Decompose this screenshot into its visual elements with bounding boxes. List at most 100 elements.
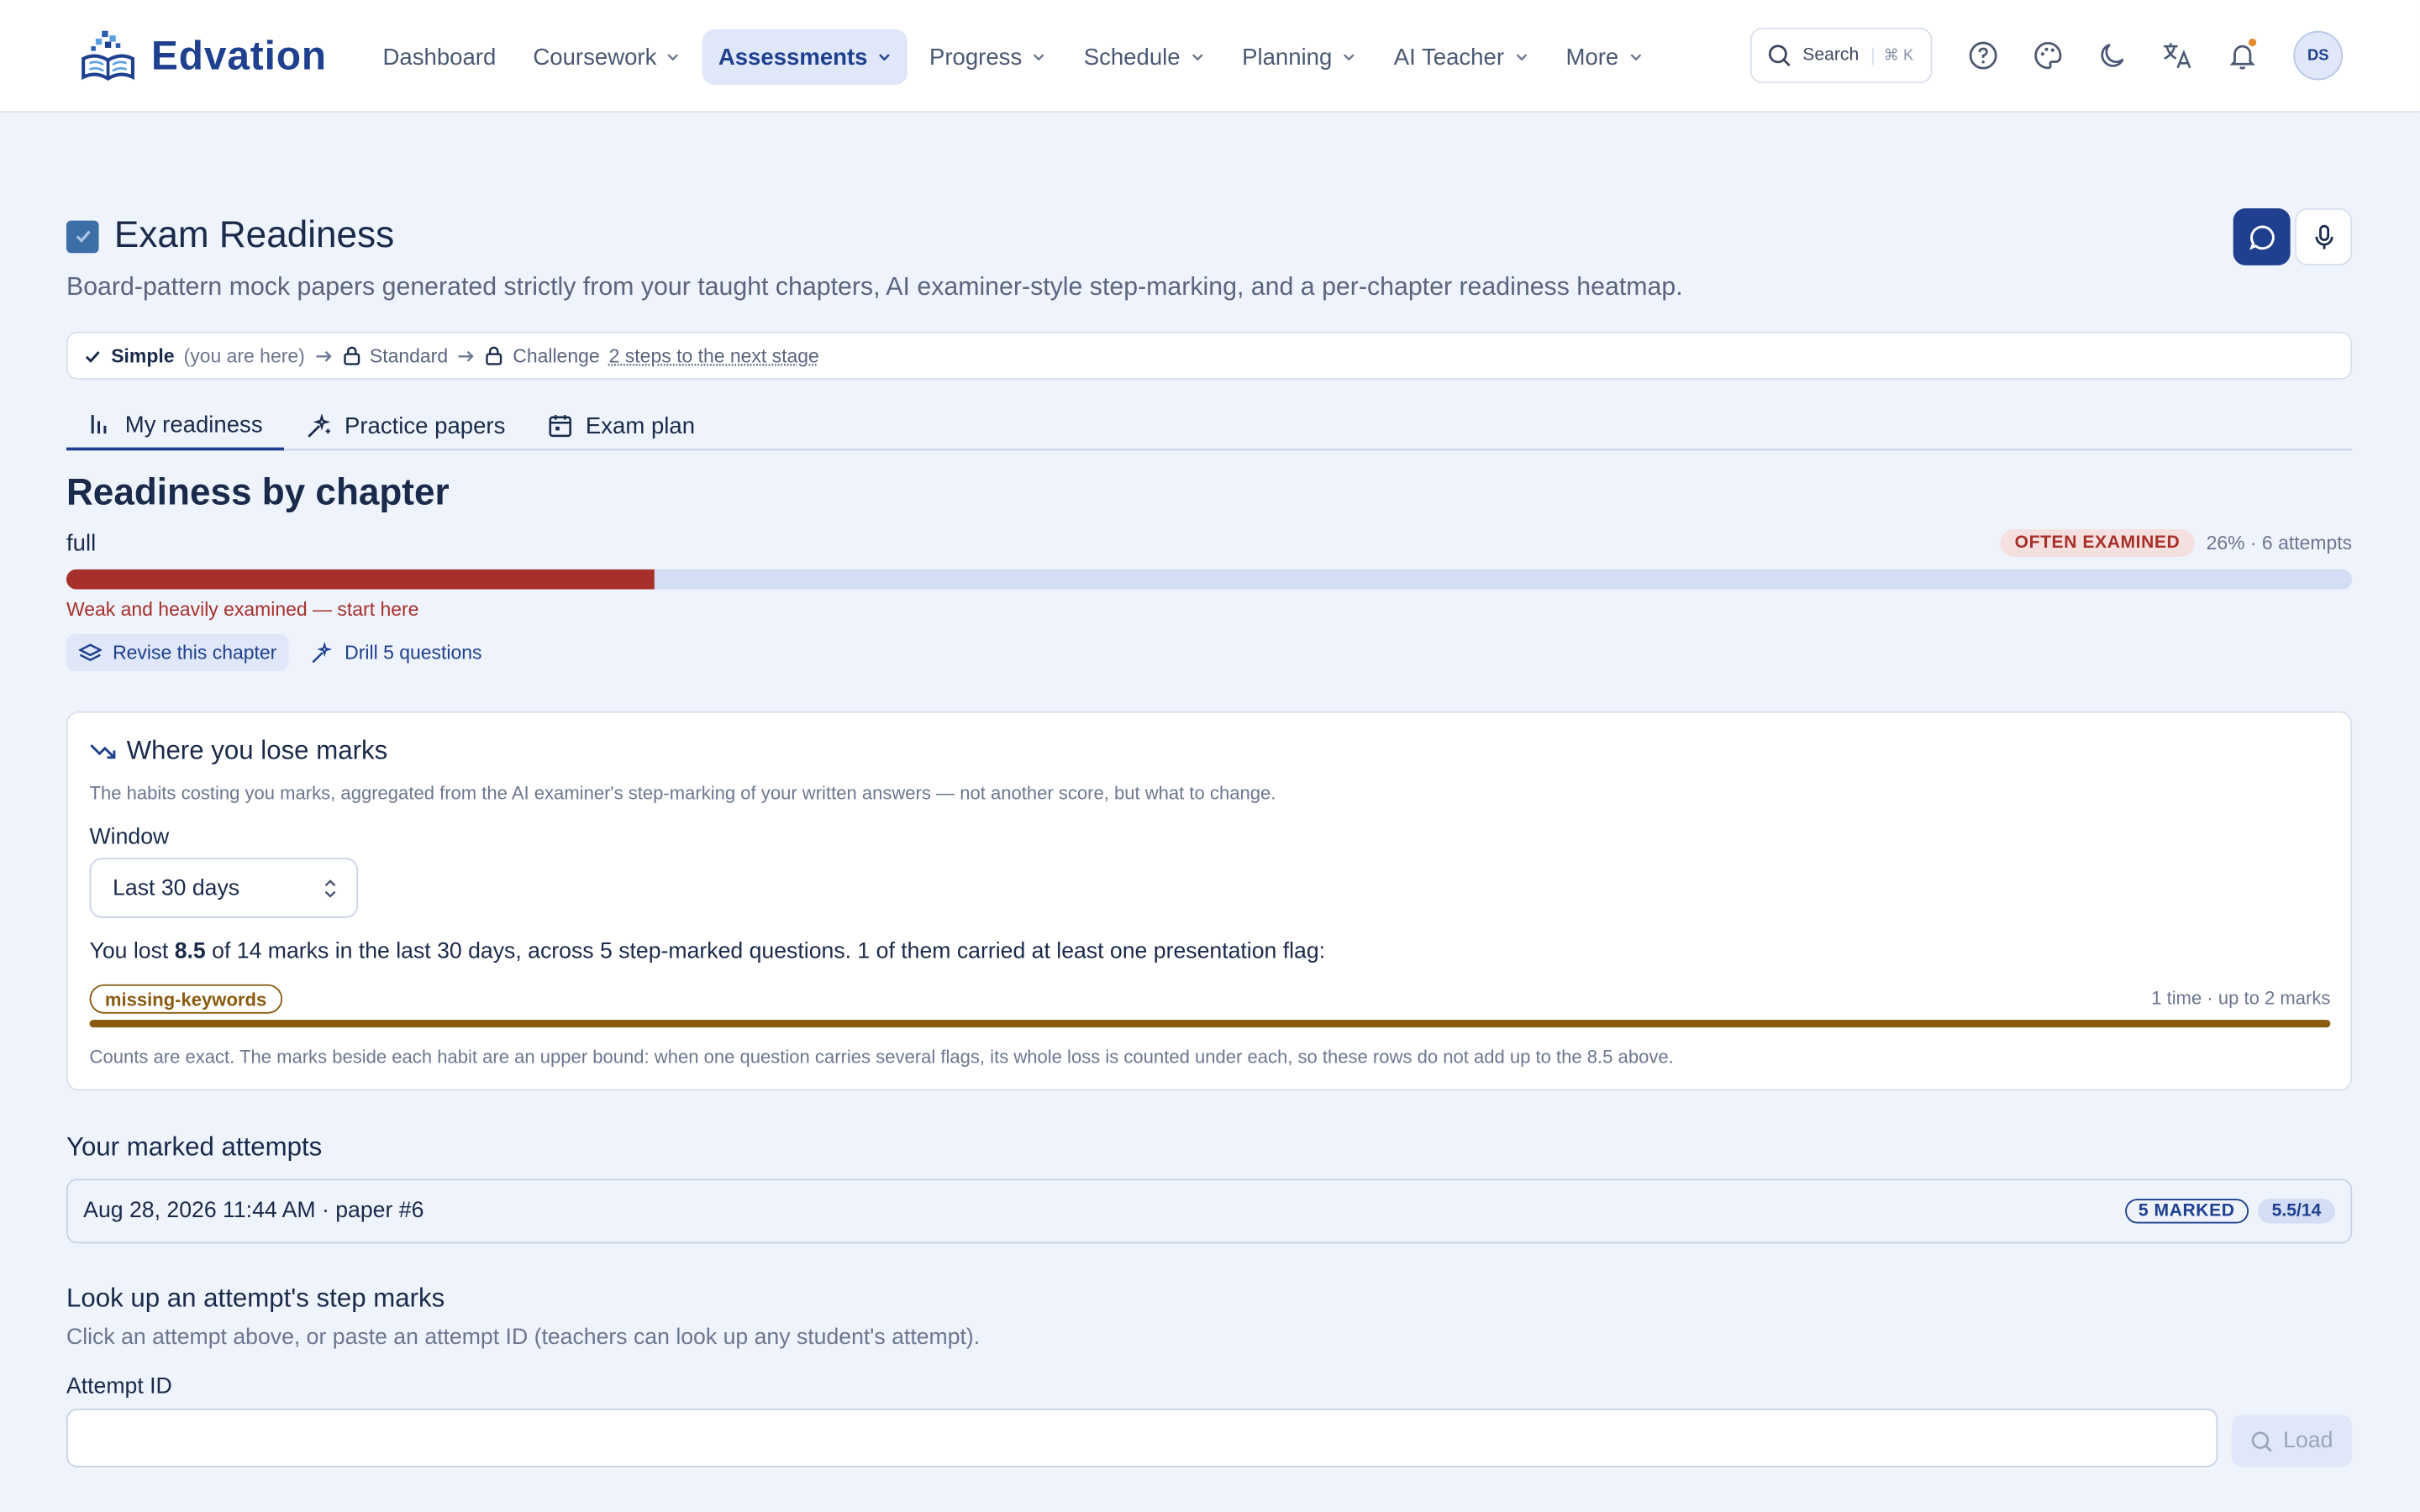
summary-suffix: of 14 marks in the last 30 days, across …: [205, 939, 1326, 964]
search-icon: [2252, 1431, 2273, 1452]
chat-button[interactable]: [2233, 207, 2291, 265]
stage-challenge: Challenge: [513, 344, 600, 367]
microphone-icon: [2314, 223, 2333, 249]
nav-item-label: AI Teacher: [1393, 44, 1505, 71]
lock-icon: [486, 346, 502, 365]
chevron-up-down-icon: [324, 879, 336, 897]
sparkle-icon: [313, 641, 333, 663]
nav-item-schedule[interactable]: Schedule: [1068, 29, 1220, 85]
voice-button[interactable]: [2295, 207, 2353, 265]
search-label: Search: [1802, 46, 1860, 66]
attempt-badges: 5 MARKED 5.5/14: [2124, 1199, 2335, 1224]
card-description: The habits costing you marks, aggregated…: [89, 782, 1276, 804]
chapter-warning: Weak and heavily examined — start here: [66, 598, 419, 621]
nav-item-ai-teacher[interactable]: AI Teacher: [1378, 29, 1544, 85]
calendar-icon: [550, 415, 572, 438]
search-icon: [1768, 45, 1791, 67]
chevron-down-icon: [1515, 54, 1527, 61]
chevron-down-icon: [1034, 54, 1044, 61]
chevron-down-icon: [1630, 54, 1641, 61]
nav-item-label: Schedule: [1083, 44, 1181, 71]
card-title: Where you lose marks: [90, 736, 388, 767]
tab-label: Practice papers: [344, 412, 506, 439]
page-title: Exam Readiness: [113, 214, 395, 256]
tab-practice-papers[interactable]: Practice papers: [284, 402, 527, 451]
attempt-status-badge: 5 MARKED: [2124, 1199, 2249, 1224]
chapter-actions: Revise this chapter Drill 5 questions: [66, 633, 494, 671]
brand-name: Edvation: [150, 31, 328, 78]
moon-icon: [2101, 43, 2124, 67]
chapter-name: full: [66, 530, 97, 558]
next-stage-hint[interactable]: 2 steps to the next stage: [609, 345, 819, 367]
nav-item-label: Planning: [1242, 44, 1333, 71]
main-nav: Dashboard Coursework Assessments Progres…: [367, 29, 1665, 86]
load-button-label: Load: [2283, 1428, 2333, 1454]
tab-bar: My readiness Practice papers Exam plan: [66, 402, 2353, 451]
attempt-label: Aug 28, 2026 11:44 AM · paper #6: [83, 1199, 424, 1224]
page-root: Edvation Dashboard Coursework Assessment…: [0, 0, 2420, 1512]
chevron-down-icon: [1192, 54, 1203, 61]
nav-item-dashboard[interactable]: Dashboard: [367, 29, 512, 85]
chapter-meta: OFTEN EXAMINED 26% · 6 attempts: [2001, 528, 2353, 558]
palette-icon: [2034, 42, 2062, 70]
notifications-button[interactable]: [2210, 28, 2275, 83]
brand[interactable]: Edvation: [77, 28, 327, 83]
attempt-id-label: Attempt ID: [66, 1374, 172, 1399]
layers-icon: [78, 643, 103, 661]
nav-item-more[interactable]: More: [1550, 29, 1659, 85]
chapter-readiness-fill: [66, 569, 655, 590]
brand-logo-icon: [82, 30, 134, 81]
help-circle-icon: [1969, 41, 1997, 70]
dark-mode-button[interactable]: [2081, 28, 2145, 83]
card-title-text: Where you lose marks: [126, 736, 388, 766]
header-actions: [2233, 207, 2353, 265]
attempts-title: Your marked attempts: [66, 1132, 323, 1163]
chapter-stats: 26% · 6 attempts: [2206, 532, 2353, 554]
nav-item-assessments[interactable]: Assessments: [702, 29, 908, 86]
stage-current-note: (you are here): [183, 344, 305, 367]
drill-questions-label: Drill 5 questions: [345, 642, 482, 664]
flag-bar-fill: [89, 1020, 2331, 1028]
lookup-title: Look up an attempt's step marks: [66, 1284, 445, 1314]
flag-meta: 1 time · up to 2 marks: [2151, 987, 2331, 1010]
chevron-down-icon: [879, 54, 891, 61]
lose-marks-card: Where you lose marks The habits costing …: [66, 711, 2353, 1091]
nav-item-progress[interactable]: Progress: [914, 29, 1062, 85]
revise-chapter-button[interactable]: Revise this chapter: [66, 633, 290, 671]
bar-chart-icon: [91, 415, 107, 434]
stage-current: Simple: [111, 344, 175, 367]
marks-summary: You lost 8.5 of 14 marks in the last 30 …: [90, 940, 1326, 964]
check-icon: [85, 350, 100, 362]
page-subtitle: Board-pattern mock papers generated stri…: [66, 273, 1683, 302]
tab-my-readiness[interactable]: My readiness: [66, 402, 285, 451]
chat-bubble-icon: [2249, 224, 2274, 249]
window-select[interactable]: Last 30 days: [89, 858, 359, 918]
window-label: Window: [89, 825, 170, 851]
summary-prefix: You lost: [89, 939, 175, 964]
language-button[interactable]: [2145, 28, 2210, 83]
theme-palette-button[interactable]: [2016, 28, 2081, 83]
nav-utilities: Search ⌘ K DS: [1749, 28, 2344, 84]
nav-item-planning[interactable]: Planning: [1227, 29, 1372, 85]
help-button[interactable]: [1951, 28, 2016, 83]
card-footnote: Counts are exact. The marks beside each …: [89, 1046, 1674, 1068]
nav-item-label: More: [1565, 44, 1619, 71]
chevron-down-icon: [668, 54, 679, 61]
avatar[interactable]: DS: [2293, 30, 2344, 81]
flag-badge-missing-keywords: missing-keywords: [89, 984, 282, 1014]
lock-icon: [343, 346, 360, 365]
arrow-right-icon: [458, 350, 475, 361]
attempt-row[interactable]: Aug 28, 2026 11:44 AM · paper #6 5 MARKE…: [66, 1179, 2353, 1244]
chevron-down-icon: [1344, 54, 1355, 61]
attempt-id-input[interactable]: [66, 1408, 2218, 1467]
window-select-value: Last 30 days: [113, 875, 240, 900]
tab-label: My readiness: [124, 411, 263, 438]
top-navigation-bar: Edvation Dashboard Coursework Assessment…: [0, 0, 2420, 113]
drill-questions-button[interactable]: Drill 5 questions: [298, 634, 494, 671]
nav-item-label: Progress: [929, 44, 1023, 71]
tab-exam-plan[interactable]: Exam plan: [527, 402, 717, 451]
nav-item-coursework[interactable]: Coursework: [518, 29, 697, 85]
arrow-right-icon: [315, 350, 331, 361]
load-button[interactable]: Load: [2231, 1415, 2353, 1467]
search-button[interactable]: Search ⌘ K: [1749, 28, 1933, 84]
